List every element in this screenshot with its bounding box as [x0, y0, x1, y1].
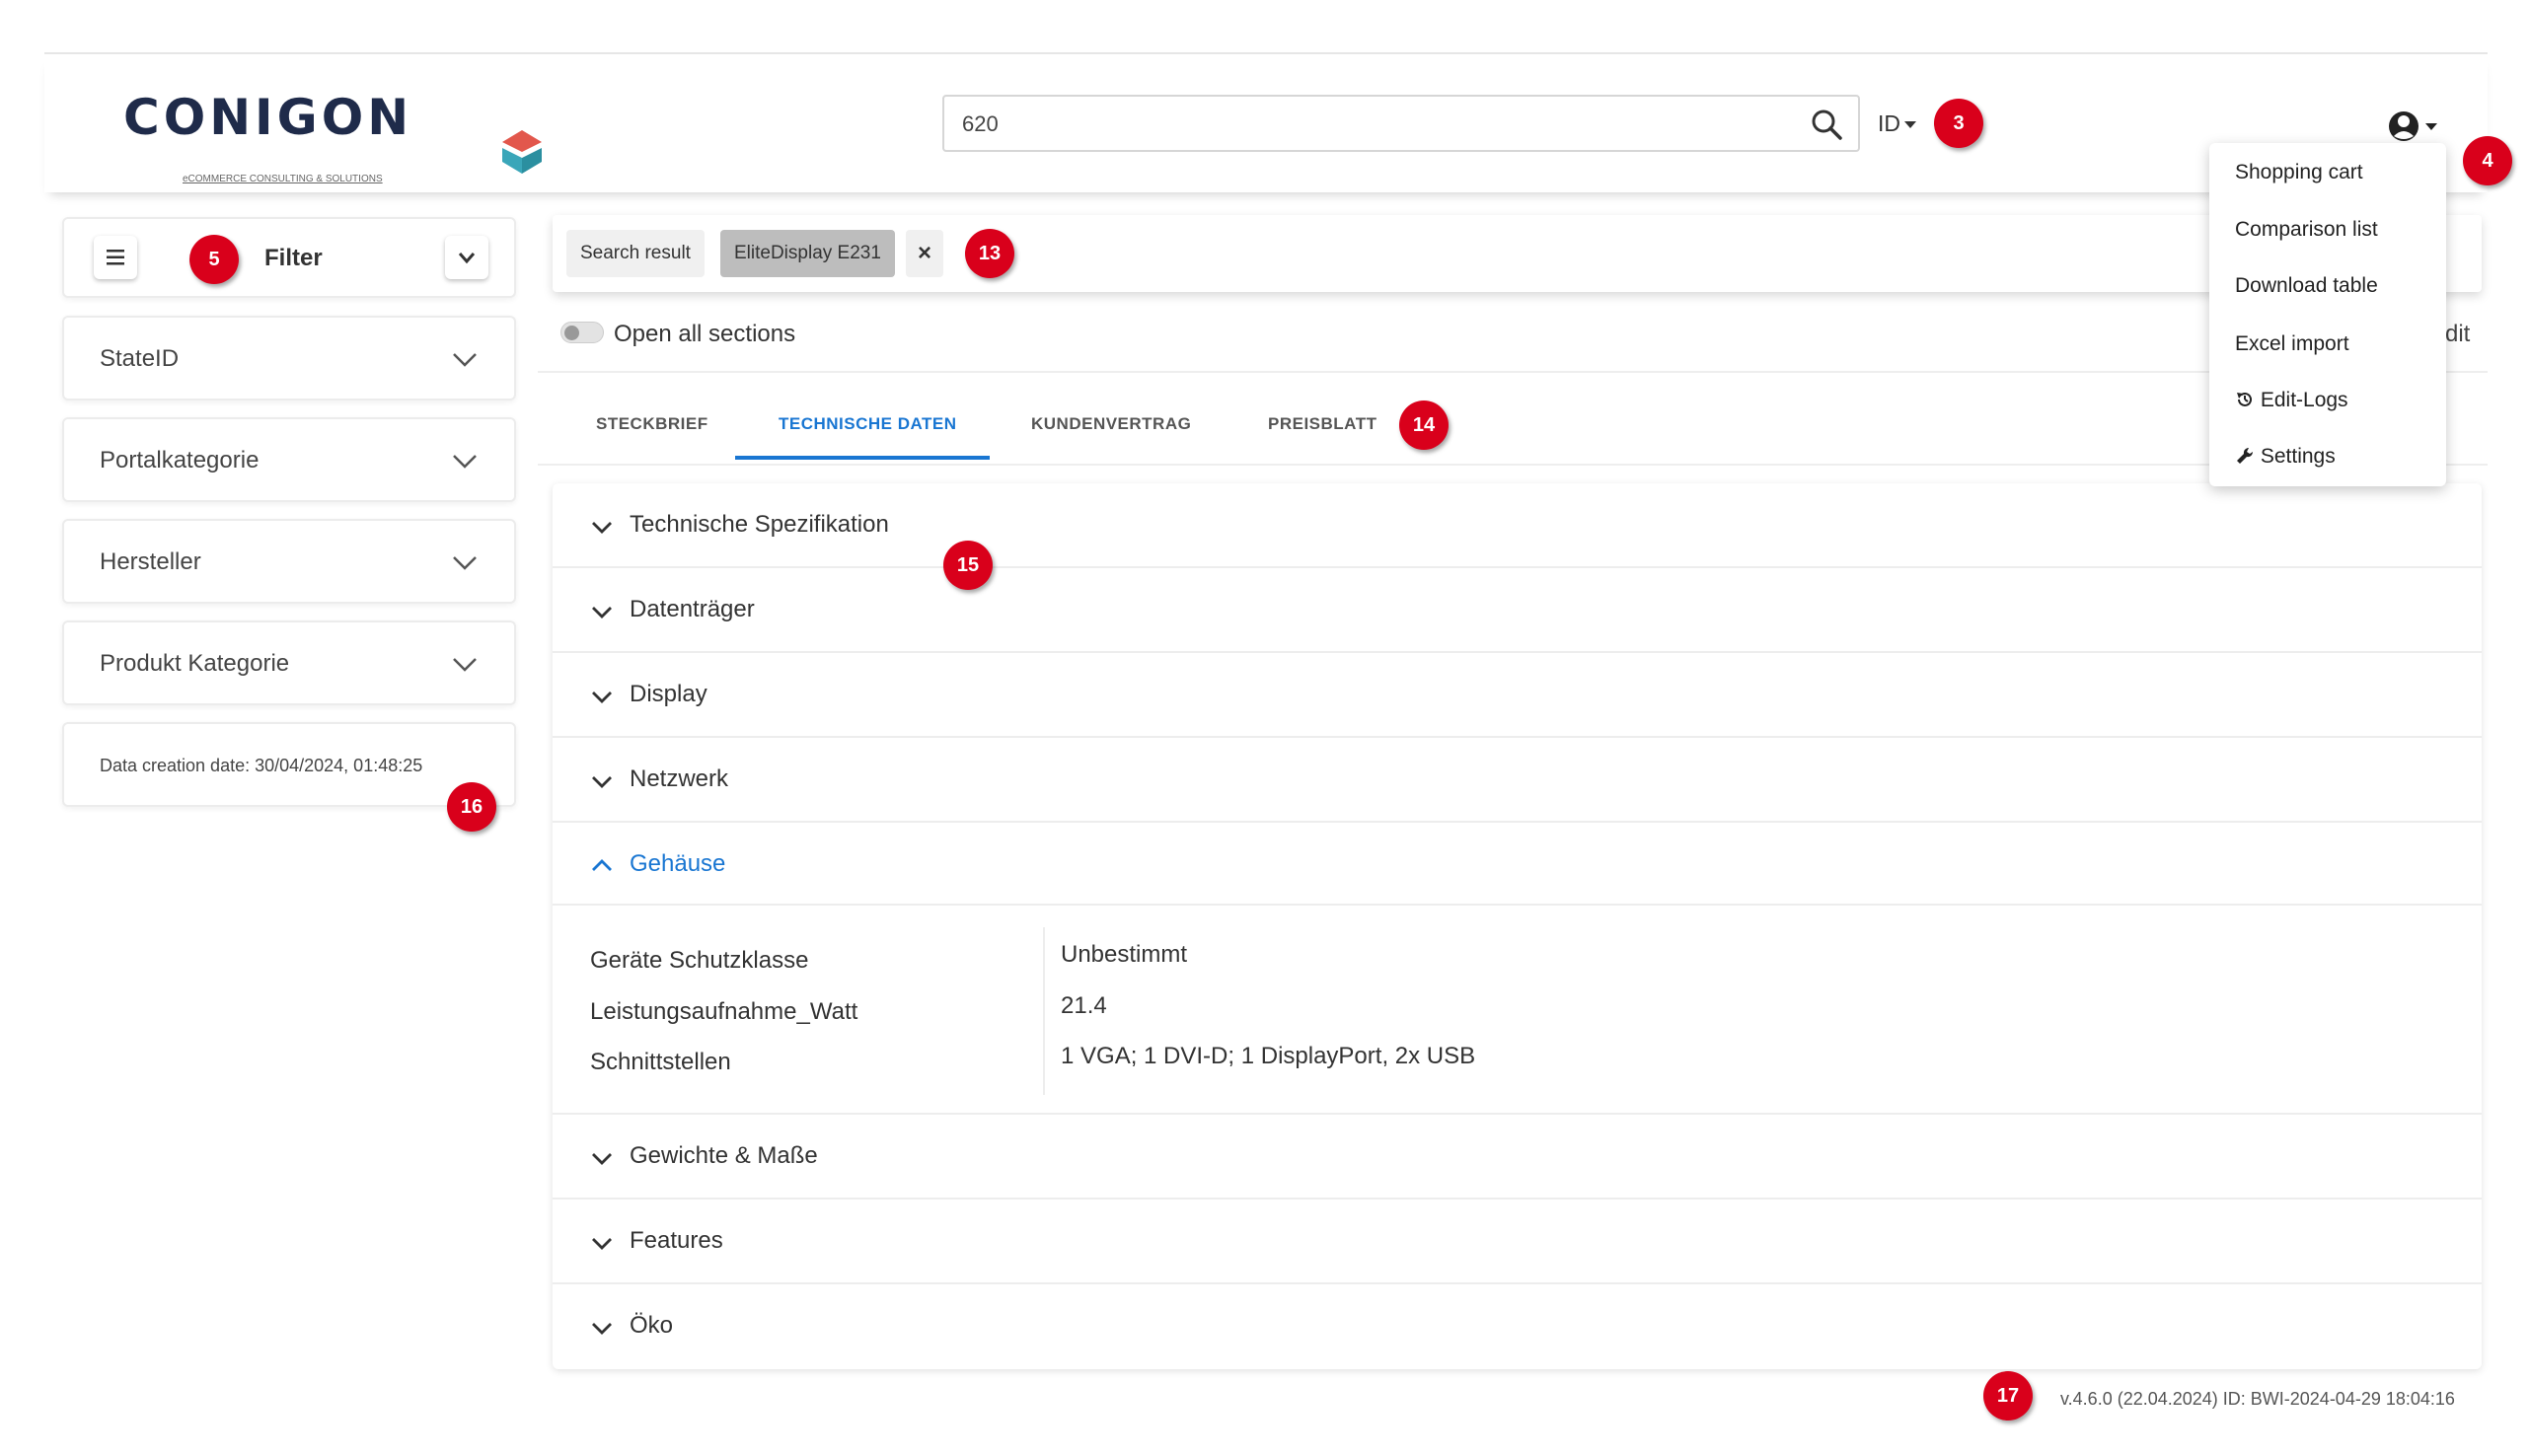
section-label: Features: [630, 1227, 723, 1254]
chevron-down-icon: [592, 776, 612, 788]
chevron-down-icon: [453, 455, 477, 469]
edit-button-partial[interactable]: dit: [2445, 321, 2470, 348]
section-oeko[interactable]: Öko: [553, 1284, 2482, 1369]
chevron-down-icon: [592, 1323, 612, 1335]
filter-hersteller[interactable]: Hersteller: [62, 519, 516, 604]
search-bar: [942, 95, 1860, 152]
filter-header-card: 5 Filter: [62, 217, 516, 298]
chevron-down-icon: [592, 1238, 612, 1250]
spec-key: Schnittstellen: [590, 1049, 731, 1075]
filter-collapse-button[interactable]: [445, 236, 488, 279]
chevron-down-icon: [453, 353, 477, 367]
open-all-toggle[interactable]: [560, 322, 604, 343]
spec-value: 21.4: [1061, 992, 1107, 1019]
section-label: Display: [630, 681, 707, 707]
tab-kundenvertrag[interactable]: KUNDENVERTRAG: [1031, 414, 1191, 434]
section-label: Datenträger: [630, 596, 755, 622]
section-gehaeuse[interactable]: Gehäuse: [553, 823, 2482, 906]
filter-hersteller-label: Hersteller: [100, 548, 201, 575]
tabs-divider: [538, 464, 2488, 466]
chevron-up-icon: [592, 859, 612, 871]
filter-stateid[interactable]: StateID: [62, 316, 516, 400]
menu-item-download-table[interactable]: Download table: [2235, 274, 2378, 298]
product-chip[interactable]: EliteDisplay E231: [720, 230, 895, 277]
section-technische-spezifikation[interactable]: Technische Spezifikation: [553, 483, 2482, 568]
user-circle-icon: [2389, 111, 2437, 141]
search-scope-dropdown[interactable]: ID: [1878, 110, 1916, 137]
callout-badge-4: 4: [2463, 136, 2512, 185]
menu-item-excel-import[interactable]: Excel import: [2235, 332, 2349, 356]
menu-icon: [107, 250, 124, 265]
data-creation-card: Data creation date: 30/04/2024, 01:48:25: [62, 722, 516, 807]
tab-technische-daten[interactable]: TECHNISCHE DATEN: [779, 414, 957, 434]
sections-accordion: Technische Spezifikation Datenträger Dis…: [553, 483, 2482, 1369]
menu-item-settings-label: Settings: [2260, 445, 2336, 468]
section-label: Öko: [630, 1312, 674, 1339]
close-icon[interactable]: ×: [906, 230, 944, 277]
gehaeuse-specs: Geräte Schutzklasse Unbestimmt Leistungs…: [553, 906, 2482, 1115]
user-menu-button[interactable]: [2386, 109, 2441, 144]
chevron-down-icon: [592, 522, 612, 534]
chevron-down-icon: [592, 607, 612, 619]
search-input[interactable]: [962, 107, 1771, 142]
spec-key: Leistungsaufnahme_Watt: [590, 998, 858, 1025]
hamburger-button[interactable]: [94, 236, 137, 279]
search-result-chip[interactable]: Search result: [566, 230, 705, 277]
section-netzwerk[interactable]: Netzwerk: [553, 738, 2482, 823]
menu-item-edit-logs-label: Edit-Logs: [2260, 389, 2348, 411]
search-breadcrumb: Search result EliteDisplay E231 ×: [553, 215, 2482, 292]
brand-name: CONIGON: [123, 89, 413, 146]
section-display[interactable]: Display: [553, 653, 2482, 738]
callout-badge-17: 17: [1983, 1371, 2033, 1420]
callout-badge-5: 5: [189, 235, 239, 284]
menu-item-shopping-cart[interactable]: Shopping cart: [2235, 161, 2363, 184]
filter-produkt-kategorie[interactable]: Produkt Kategorie: [62, 620, 516, 705]
brand-tagline: eCOMMERCE CONSULTING & SOLUTIONS: [183, 174, 383, 184]
chevron-down-icon: [592, 692, 612, 703]
history-icon: [2237, 392, 2252, 406]
section-features[interactable]: Features: [553, 1200, 2482, 1284]
filter-portalkategorie-label: Portalkategorie: [100, 447, 260, 473]
section-label: Gehäuse: [630, 850, 726, 877]
menu-item-comparison-list[interactable]: Comparison list: [2235, 218, 2378, 242]
spec-value: Unbestimmt: [1061, 941, 1188, 968]
section-label: Netzwerk: [630, 765, 729, 792]
chevron-down-icon: [1904, 121, 1916, 129]
chevron-down-icon: [458, 253, 476, 264]
filter-stateid-label: StateID: [100, 345, 180, 372]
callout-badge-15: 15: [943, 541, 993, 590]
version-info: v.4.6.0 (22.04.2024) ID: BWI-2024-04-29 …: [2060, 1389, 2455, 1409]
chevron-down-icon: [592, 1153, 612, 1165]
callout-badge-14: 14: [1399, 400, 1449, 450]
spec-divider: [1043, 927, 1045, 1095]
filter-produkt-kategorie-label: Produkt Kategorie: [100, 650, 290, 677]
filter-portalkategorie[interactable]: Portalkategorie: [62, 417, 516, 502]
search-icon[interactable]: [1809, 107, 1844, 142]
menu-item-settings[interactable]: Settings: [2235, 445, 2336, 469]
spec-key: Geräte Schutzklasse: [590, 947, 809, 974]
menu-item-edit-logs[interactable]: Edit-Logs: [2235, 389, 2348, 412]
active-tab-indicator: [735, 456, 990, 460]
callout-badge-16: 16: [447, 782, 496, 832]
filter-title: Filter: [264, 245, 323, 271]
search-scope-label: ID: [1878, 110, 1900, 136]
brand-logo[interactable]: CONIGON eCOMMERCE CONSULTING & SOLUTIONS: [123, 89, 542, 184]
wrench-icon: [2237, 447, 2254, 464]
chevron-down-icon: [453, 658, 477, 672]
section-datentraeger[interactable]: Datenträger: [553, 568, 2482, 653]
section-label: Gewichte & Maße: [630, 1142, 818, 1169]
logo-mark-icon: [502, 130, 542, 174]
user-dropdown-menu: Shopping cart Comparison list Download t…: [2209, 143, 2446, 486]
tab-preisblatt[interactable]: PREISBLATT: [1268, 414, 1377, 434]
data-creation-date: Data creation date: 30/04/2024, 01:48:25: [100, 756, 423, 775]
spec-value: 1 VGA; 1 DVI-D; 1 DisplayPort, 2x USB: [1061, 1043, 1476, 1069]
open-all-label: Open all sections: [614, 321, 796, 347]
divider: [538, 371, 2488, 373]
callout-badge-3: 3: [1934, 99, 1983, 148]
tab-steckbrief[interactable]: STECKBRIEF: [596, 414, 708, 434]
section-gewichte-masse[interactable]: Gewichte & Maße: [553, 1115, 2482, 1200]
chevron-down-icon: [453, 556, 477, 570]
section-label: Technische Spezifikation: [630, 511, 889, 538]
callout-badge-13: 13: [965, 229, 1014, 278]
